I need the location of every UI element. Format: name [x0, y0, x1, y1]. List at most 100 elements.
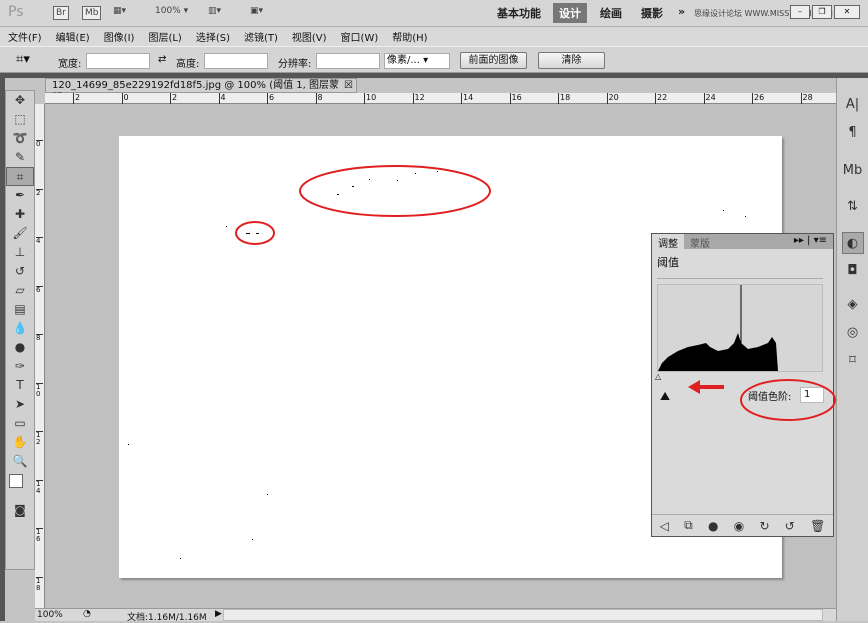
menu-select[interactable]: 选择(S) [196, 29, 230, 44]
paragraph-panel-icon[interactable]: ¶ [842, 122, 864, 144]
workspace-photography[interactable]: 摄影 [641, 5, 663, 21]
masks-panel-icon[interactable]: ◘ [842, 260, 864, 282]
tab-adjustments[interactable]: 调整 [652, 234, 684, 250]
clear-button[interactable]: 清除 [538, 52, 605, 69]
ruler-tick: 26 [752, 93, 765, 104]
status-bar: 100% ◔ 文档:1.16M/1.16M ▶ [35, 608, 836, 623]
healing-brush-tool-icon[interactable]: ✚ [6, 205, 34, 224]
crop-tool-icon[interactable]: ⌗ [6, 167, 34, 186]
quick-selection-tool-icon[interactable]: ✎ [6, 148, 34, 167]
close-button[interactable]: ✕ [834, 5, 860, 19]
ruler-tick: 18 [558, 93, 571, 104]
menu-layer[interactable]: 图层(L) [148, 29, 181, 44]
ruler-tick: 8 [315, 93, 323, 104]
bridge-button[interactable]: Br [53, 6, 69, 20]
ruler-tick: 0 [121, 93, 129, 104]
status-menu-arrow[interactable]: ▶ [215, 609, 222, 619]
swap-icon[interactable]: ⇄ [158, 54, 166, 65]
mini-bridge-button[interactable]: Mb [82, 6, 102, 20]
dodge-tool-icon[interactable]: ● [6, 338, 34, 357]
eraser-tool-icon[interactable]: ▱ [6, 281, 34, 300]
ruler-tick: 1 6 [36, 528, 43, 543]
close-document-icon[interactable]: ☒ [344, 79, 353, 92]
menu-filter[interactable]: 滤镜(T) [244, 29, 278, 44]
menu-window[interactable]: 窗口(W) [341, 29, 379, 44]
front-image-button[interactable]: 前面的图像 [460, 52, 527, 69]
mini-bridge-panel-icon[interactable]: Mb [842, 160, 864, 182]
workspace-painting[interactable]: 绘画 [600, 5, 622, 21]
minimize-button[interactable]: – [790, 5, 810, 19]
menu-file[interactable]: 文件(F) [8, 29, 42, 44]
color-swatches[interactable] [6, 471, 34, 501]
width-label: 宽度: [58, 59, 82, 70]
expand-view-icon[interactable]: ⧉ [684, 518, 693, 533]
panel-menu-icon[interactable]: ▸▸ | ▾≡ [788, 234, 833, 249]
level-highlight-ellipse [740, 379, 836, 421]
width-input[interactable] [86, 53, 150, 69]
status-icon[interactable]: ◔ [83, 609, 91, 619]
document-size: 文档:1.16M/1.16M [127, 613, 207, 623]
shape-tool-icon[interactable]: ▭ [6, 414, 34, 433]
restore-button[interactable]: ❐ [812, 5, 832, 19]
zoom-level-dropdown[interactable]: 100% ▾ [155, 6, 188, 20]
horizontal-scrollbar[interactable] [223, 609, 823, 621]
ruler-tick: 10 [364, 93, 377, 104]
clipping-warning-icon[interactable]: ⛰ [660, 389, 670, 404]
eyedropper-tool-icon[interactable]: ✒ [6, 186, 34, 205]
resolution-unit-select[interactable]: 像素/... ▾ [384, 53, 450, 69]
reset-icon[interactable]: ↺ [785, 519, 795, 533]
ruler-tick: 4 [218, 93, 226, 104]
menu-help[interactable]: 帮助(H) [392, 29, 427, 44]
crop-tool-preset-icon[interactable]: ⌗▾ [16, 52, 30, 67]
menu-edit[interactable]: 编辑(E) [56, 29, 90, 44]
ruler-tick: 22 [655, 93, 668, 104]
menu-view[interactable]: 视图(V) [292, 29, 327, 44]
workspace-essentials[interactable]: 基本功能 [497, 5, 541, 21]
brush-tool-icon[interactable]: 🖌 [6, 224, 34, 243]
lasso-tool-icon[interactable]: ➰ [6, 129, 34, 148]
blur-tool-icon[interactable]: 💧 [6, 319, 34, 338]
character-panel-icon[interactable]: A| [842, 94, 864, 116]
visibility-eye-icon[interactable]: ◉ [734, 519, 744, 533]
highlight-ellipse-1 [299, 165, 491, 217]
foreground-color[interactable] [9, 474, 23, 488]
path-selection-tool-icon[interactable]: ➤ [6, 395, 34, 414]
view-extras-icon[interactable]: ▦▾ [113, 6, 126, 20]
back-icon[interactable]: ◁ [660, 519, 669, 533]
ruler-tick: 2 [36, 188, 43, 197]
hand-tool-icon[interactable]: ✋ [6, 433, 34, 452]
tab-masks[interactable]: 蒙版 [684, 234, 716, 250]
resolution-input[interactable] [316, 53, 380, 69]
screen-mode-icon[interactable]: ▣▾ [250, 6, 263, 20]
unit-value: 像素/... [387, 55, 420, 66]
workspace-design[interactable]: 设计 [553, 3, 587, 23]
more-workspaces-icon[interactable]: » [678, 5, 685, 18]
adjustments-panel-icon[interactable]: ◐ [841, 232, 864, 254]
history-brush-tool-icon[interactable]: ↺ [6, 262, 34, 281]
view-previous-icon[interactable]: ↻ [759, 519, 769, 533]
type-tool-icon[interactable]: T [6, 376, 34, 395]
pen-tool-icon[interactable]: ✑ [6, 357, 34, 376]
zoom-tool-icon[interactable]: 🔍 [6, 452, 34, 471]
layers-panel-icon[interactable]: ◈ [842, 294, 864, 316]
menu-image[interactable]: 图像(I) [104, 29, 135, 44]
zoom-status[interactable]: 100% [37, 610, 63, 620]
threshold-slider-handle[interactable]: △ [655, 372, 661, 381]
clip-to-layer-icon[interactable]: ● [708, 519, 718, 533]
document-tab[interactable]: 120_14699_85e229192fd18f5.jpg @ 100% (阈值… [45, 78, 357, 104]
quick-mask-icon[interactable]: ◙ [6, 501, 34, 520]
channels-panel-icon[interactable]: ◎ [842, 322, 864, 344]
paths-panel-icon[interactable]: ⌑ [842, 350, 864, 372]
arrange-documents-icon[interactable]: ▥▾ [208, 6, 221, 20]
delete-icon[interactable]: 🗑 [810, 519, 825, 533]
height-input[interactable] [204, 53, 268, 69]
marquee-tool-icon[interactable]: ⬚ [6, 110, 34, 129]
ruler-tick: 8 [36, 334, 43, 342]
gradient-tool-icon[interactable]: ▤ [6, 300, 34, 319]
ruler-tick: 12 [412, 93, 425, 104]
histogram-graph [658, 285, 778, 371]
move-tool-icon[interactable]: ✥ [6, 91, 34, 110]
clone-stamp-tool-icon[interactable]: ⊥ [6, 243, 34, 262]
ruler-tick: 28 [800, 93, 813, 104]
clone-source-panel-icon[interactable]: ⇅ [842, 196, 864, 218]
